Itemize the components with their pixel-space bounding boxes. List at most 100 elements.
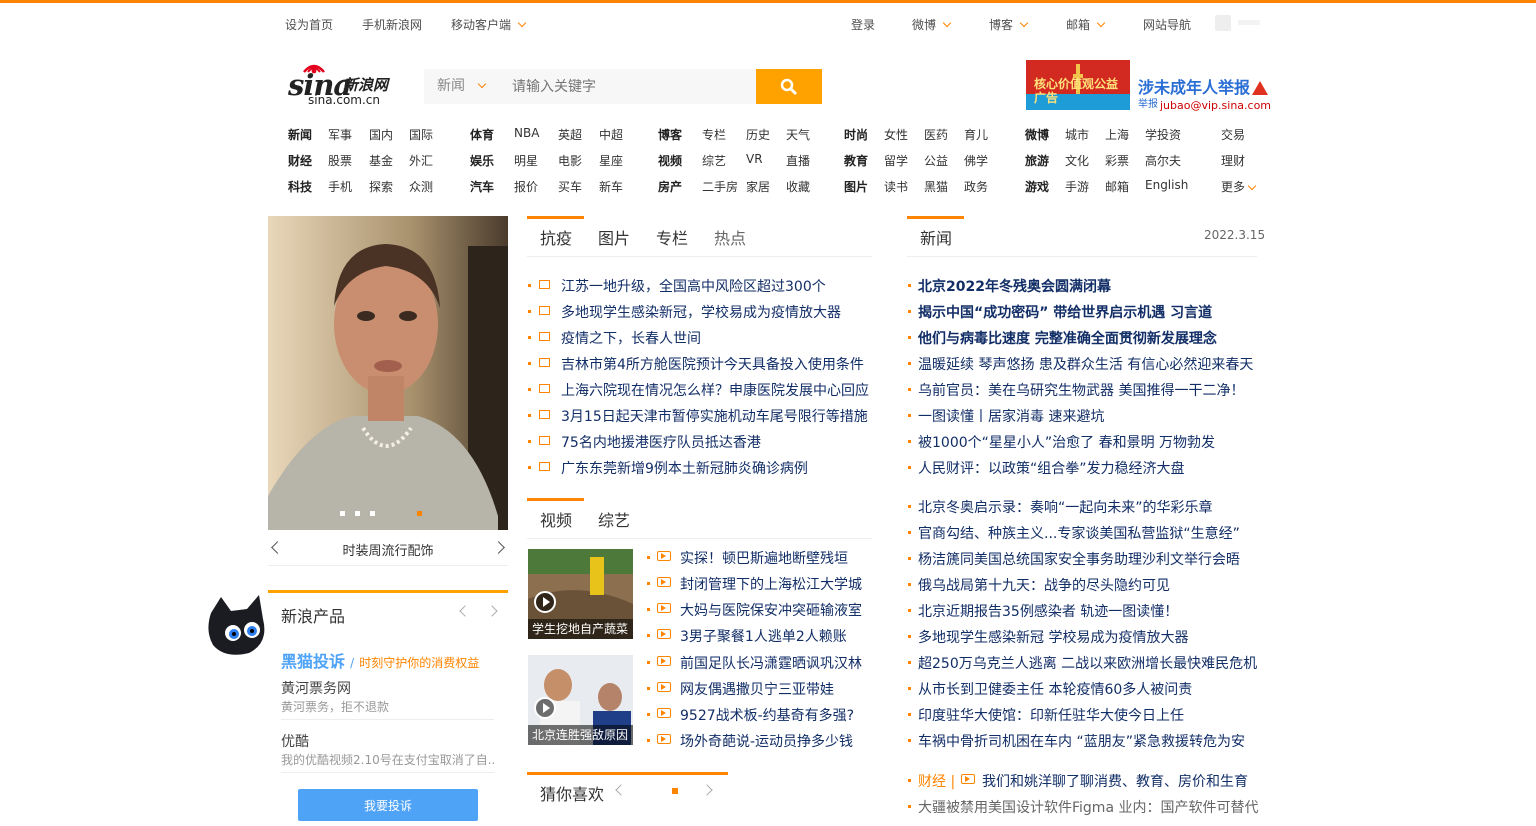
nav-link[interactable]: 公益 bbox=[924, 152, 948, 169]
news-link[interactable]: 杨洁篪同美国总统国家安全事务助理沙利文举行会晤 bbox=[918, 549, 1240, 569]
nav-link[interactable]: 天气 bbox=[786, 126, 810, 143]
nav-link[interactable]: 直播 bbox=[786, 152, 810, 169]
nav-link[interactable]: 电影 bbox=[558, 152, 582, 169]
carousel-dot[interactable] bbox=[370, 511, 375, 516]
nav-category[interactable]: 汽车 bbox=[470, 178, 494, 195]
product-name[interactable]: 黄河票务网 bbox=[281, 678, 351, 698]
nav-link[interactable]: 明星 bbox=[514, 152, 538, 169]
nav-link[interactable]: English bbox=[1145, 178, 1188, 192]
nav-link[interactable]: 上海 bbox=[1105, 126, 1129, 143]
nav-category[interactable]: 博客 bbox=[658, 126, 682, 143]
nav-link[interactable]: 手游 bbox=[1065, 178, 1089, 195]
carousel-caption[interactable]: 时装周流行配饰 bbox=[268, 540, 508, 559]
carousel-dot[interactable] bbox=[340, 511, 345, 516]
next-arrow-icon[interactable] bbox=[701, 784, 713, 796]
nav-category[interactable]: 游戏 bbox=[1025, 178, 1049, 195]
nav-link[interactable]: 彩票 bbox=[1105, 152, 1129, 169]
nav-link[interactable]: 历史 bbox=[746, 126, 770, 143]
tab-kangyi[interactable]: 抗疫 bbox=[540, 225, 572, 249]
video-link[interactable]: 场外奇葩说-运动员挣多少钱 bbox=[680, 731, 853, 751]
nav-link[interactable]: 国内 bbox=[369, 126, 393, 143]
nav-link[interactable]: 英超 bbox=[558, 126, 582, 143]
search-input[interactable] bbox=[502, 69, 756, 104]
video-link[interactable]: 大妈与医院保安冲突砸输液室 bbox=[680, 600, 862, 620]
app-icon[interactable] bbox=[1215, 15, 1231, 31]
news-link[interactable]: 多地现学生感染新冠 学校易成为疫情放大器 bbox=[918, 627, 1188, 647]
news-link[interactable]: 一图读懂丨居家消毒 速来避坑 bbox=[918, 406, 1104, 426]
video-link[interactable]: 前国足队长冯潇霆晒讽巩汉林 bbox=[680, 653, 862, 673]
nav-link[interactable]: 医药 bbox=[924, 126, 948, 143]
finance-label[interactable]: 财经 | bbox=[918, 771, 955, 791]
weibo-menu[interactable]: 微博 bbox=[912, 16, 952, 33]
news-link[interactable]: 75名内地援港医疗队员抵达香港 bbox=[561, 432, 761, 452]
news-link[interactable]: 吉林市第4所方舱医院预计今天具备投入使用条件 bbox=[561, 354, 864, 374]
tab-variety[interactable]: 综艺 bbox=[598, 507, 630, 531]
sina-logo[interactable]: sina 新浪网 sina.com.cn bbox=[288, 60, 403, 108]
headline-link[interactable]: 北京2022年冬残奥会圆满闭幕 bbox=[918, 276, 1111, 296]
black-cat-mascot[interactable] bbox=[205, 593, 269, 659]
search-category-select[interactable]: 新闻 bbox=[424, 69, 502, 104]
video-link[interactable]: 实探！顿巴斯遍地断壁残垣 bbox=[680, 548, 848, 568]
blog-menu[interactable]: 博客 bbox=[989, 16, 1029, 33]
nav-link[interactable]: 收藏 bbox=[786, 178, 810, 195]
nav-link[interactable]: 军事 bbox=[328, 126, 352, 143]
mobile-client-menu[interactable]: 移动客户端 bbox=[451, 16, 527, 33]
nav-category[interactable]: 新闻 bbox=[288, 126, 312, 143]
news-link[interactable]: 上海六院现在情况怎么样？申康医院发展中心回应 bbox=[561, 380, 869, 400]
nav-link[interactable]: 众测 bbox=[409, 178, 433, 195]
carousel-dot[interactable] bbox=[355, 511, 360, 516]
news-link[interactable]: 从市长到卫健委主任 本轮疫情60多人被问责 bbox=[918, 679, 1192, 699]
nav-category[interactable]: 教育 bbox=[844, 152, 868, 169]
nav-link[interactable]: 佛学 bbox=[964, 152, 988, 169]
nav-link[interactable]: 报价 bbox=[514, 178, 538, 195]
nav-link[interactable]: 股票 bbox=[328, 152, 352, 169]
nav-link[interactable]: 中超 bbox=[599, 126, 623, 143]
news-link[interactable]: 江苏一地升级，全国高中风险区超过300个 bbox=[561, 276, 826, 296]
nav-category[interactable]: 财经 bbox=[288, 152, 312, 169]
nav-link[interactable]: 政务 bbox=[964, 178, 988, 195]
nav-category[interactable]: 旅游 bbox=[1025, 152, 1049, 169]
nav-link[interactable]: 读书 bbox=[884, 178, 908, 195]
video-link[interactable]: 网友偶遇撒贝宁三亚带娃 bbox=[680, 679, 834, 699]
search-button[interactable] bbox=[756, 69, 822, 104]
tab-columns[interactable]: 专栏 bbox=[656, 225, 688, 249]
mobile-sina-link[interactable]: 手机新浪网 bbox=[362, 16, 422, 33]
heimao-promo[interactable]: 黑猫投诉 / 时刻守护你的消费权益 bbox=[281, 648, 479, 672]
nav-link[interactable]: 高尔夫 bbox=[1145, 152, 1181, 169]
nav-link[interactable]: 外汇 bbox=[409, 152, 433, 169]
news-link[interactable]: 乌前官员：美在乌研究生物武器 美国推得一干二净！ bbox=[918, 380, 1244, 400]
nav-category[interactable]: 时尚 bbox=[844, 126, 868, 143]
nav-category[interactable]: 房产 bbox=[658, 178, 682, 195]
news-link[interactable]: 我们和姚洋聊了聊消费、教育、房价和生育 bbox=[982, 771, 1248, 791]
guess-dot[interactable] bbox=[672, 788, 678, 794]
tab-pictures[interactable]: 图片 bbox=[598, 225, 630, 249]
news-link[interactable]: 车祸中骨折司机困在车内 “蓝朋友”紧急救援转危为安 bbox=[918, 731, 1245, 751]
headline-link[interactable]: 揭示中国“成功密码” 带给世界启示机遇 习言道 bbox=[918, 302, 1212, 322]
video-link[interactable]: 封闭管理下的上海松江大学城 bbox=[680, 574, 862, 594]
nav-link[interactable]: NBA bbox=[514, 126, 539, 140]
news-link[interactable]: 北京冬奥启示录：奏响“一起向未来”的华彩乐章 bbox=[918, 497, 1213, 517]
news-link[interactable]: 印度驻华大使馆：印新任驻华大使今日上任 bbox=[918, 705, 1184, 725]
nav-category[interactable]: 科技 bbox=[288, 178, 312, 195]
nav-link[interactable]: 家居 bbox=[746, 178, 770, 195]
news-link[interactable]: 温暖延续 琴声悠扬 患及群众生活 有信心必然迎来春天 bbox=[918, 354, 1253, 374]
tab-news[interactable]: 新闻 bbox=[920, 225, 952, 249]
news-link[interactable]: 官商勾结、种族主义...专家谈美国私营监狱“生意经” bbox=[918, 523, 1240, 543]
news-link[interactable]: 超250万乌克兰人逃离 二战以来欧洲增长最快难民危机 bbox=[918, 653, 1257, 673]
video-thumb[interactable]: 学生挖地自产蔬菜 bbox=[528, 549, 633, 639]
nav-category[interactable]: 微博 bbox=[1025, 126, 1049, 143]
nav-link[interactable]: 综艺 bbox=[702, 152, 726, 169]
news-link[interactable]: 人民财评：以政策“组合拳”发力稳经济大盘 bbox=[918, 458, 1185, 478]
nav-link[interactable]: 新车 bbox=[599, 178, 623, 195]
nav-link[interactable]: 星座 bbox=[599, 152, 623, 169]
nav-link[interactable]: 探索 bbox=[369, 178, 393, 195]
news-link[interactable]: 疫情之下，长春人世间 bbox=[561, 328, 701, 348]
set-home-link[interactable]: 设为首页 bbox=[285, 16, 333, 33]
nav-link[interactable]: 专栏 bbox=[702, 126, 726, 143]
nav-link[interactable]: 买车 bbox=[558, 178, 582, 195]
nav-link[interactable]: 黑猫 bbox=[924, 178, 948, 195]
nav-link[interactable]: 学投资 bbox=[1145, 126, 1181, 143]
news-link[interactable]: 多地现学生感染新冠，学校易成为疫情放大器 bbox=[561, 302, 841, 322]
nav-link[interactable]: 手机 bbox=[328, 178, 352, 195]
photo-carousel[interactable] bbox=[268, 216, 508, 530]
